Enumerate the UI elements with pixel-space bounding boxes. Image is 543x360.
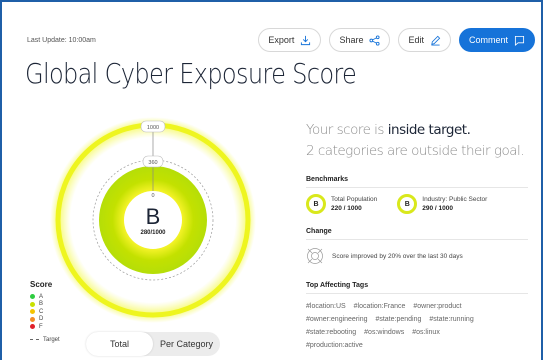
- last-update-text: Last Update: 10:00am: [27, 37, 96, 44]
- toolbar: Export Share Edit Comment: [258, 28, 535, 52]
- legend-item: F: [30, 323, 60, 331]
- legend-label: D: [39, 316, 44, 323]
- score-gauge: 1000 360 0 B 280/1000: [50, 117, 256, 323]
- legend-target: Target: [30, 337, 60, 343]
- tick-zero-label: 0: [151, 193, 154, 199]
- legend-label: A: [39, 293, 44, 300]
- benchmark-grade-badge: B: [306, 194, 326, 214]
- grade-dot: [30, 309, 35, 315]
- tag-list: #location:US #location:France #owner:pro…: [306, 300, 528, 352]
- benchmark-grade-badge: B: [397, 194, 418, 214]
- benchmark-value: 290 / 1000: [422, 205, 453, 212]
- grade-dot: [30, 301, 35, 307]
- tag[interactable]: #location:France: [354, 303, 406, 310]
- download-icon: [301, 35, 311, 45]
- benchmark-label: Industry: Public Sector: [422, 196, 488, 203]
- pencil-icon: [431, 35, 441, 45]
- share-icon: [369, 34, 381, 46]
- total-tab[interactable]: Total: [86, 332, 153, 356]
- export-label: Export: [268, 35, 295, 45]
- tag[interactable]: #state:rebooting: [306, 329, 356, 336]
- tag[interactable]: #os:linux: [412, 329, 440, 336]
- legend-label: B: [39, 301, 44, 308]
- legend-target-label: Target: [43, 336, 60, 343]
- tags-section: Top Affecting Tags #location:US #locatio…: [306, 282, 528, 352]
- grade-dot: [30, 294, 35, 300]
- score-value: 280/1000: [140, 230, 166, 236]
- edit-label: Edit: [408, 35, 424, 45]
- benchmark-item: B Industry: Public Sector 290 / 1000: [397, 194, 487, 214]
- summary-prefix: Your score is: [306, 122, 388, 138]
- tag[interactable]: #state:pending: [375, 316, 421, 323]
- legend-title: Score: [30, 280, 53, 289]
- comment-icon: [514, 35, 525, 46]
- comment-label: Comment: [468, 35, 508, 45]
- tag[interactable]: #location:US: [306, 303, 346, 310]
- edit-button[interactable]: Edit: [398, 28, 451, 52]
- grade-letter: B: [146, 204, 161, 229]
- export-button[interactable]: Export: [258, 28, 322, 52]
- summary-line-1: Your score is inside target.: [306, 120, 524, 141]
- benchmarks-section: Benchmarks B Total Population 220 / 1000…: [306, 176, 528, 214]
- benchmarks-title: Benchmarks: [306, 176, 528, 188]
- change-row: Score improved by 20% over the last 30 d…: [306, 247, 528, 265]
- benchmark-value: 220 / 1000: [331, 205, 362, 212]
- tag[interactable]: #state:running: [429, 316, 473, 323]
- benchmark-item: B Total Population 220 / 1000: [306, 194, 377, 214]
- tags-title: Top Affecting Tags: [306, 282, 528, 294]
- change-title: Change: [306, 228, 528, 240]
- legend-item: D: [30, 316, 60, 324]
- tag[interactable]: #production:active: [306, 342, 363, 349]
- benchmark-text: Industry: Public Sector 290 / 1000: [422, 195, 487, 213]
- legend-label: C: [39, 308, 44, 315]
- share-button[interactable]: Share: [329, 28, 391, 52]
- score-summary: Your score is inside target. 2 categorie…: [306, 120, 525, 162]
- summary-emphasis: inside target.: [387, 122, 471, 138]
- tick-target-label: 360: [148, 160, 157, 166]
- grade-dot: [30, 324, 35, 330]
- comment-button[interactable]: Comment: [458, 28, 535, 52]
- per-category-tab[interactable]: Per Category: [153, 332, 220, 356]
- tag[interactable]: #owner:engineering: [306, 316, 368, 323]
- dashed-line-icon: [30, 339, 39, 340]
- benchmark-label: Total Population: [331, 196, 378, 203]
- page-title: Global Cyber Exposure Score: [25, 57, 357, 90]
- change-trend-icon: [307, 248, 323, 264]
- tag[interactable]: #os:windows: [364, 329, 404, 336]
- legend-item: A: [30, 293, 60, 301]
- summary-line-2: 2 categories are outside their goal.: [306, 143, 525, 159]
- benchmark-list: B Total Population 220 / 1000 B Industry…: [306, 194, 528, 214]
- score-legend: Score A B C D F Target: [30, 280, 60, 343]
- tag[interactable]: #owner:product: [413, 303, 461, 310]
- benchmark-text: Total Population 220 / 1000: [331, 195, 377, 213]
- change-text: Score improved by 20% over the last 30 d…: [332, 252, 463, 260]
- grade-dot: [30, 316, 35, 322]
- legend-item: B: [30, 301, 60, 309]
- share-label: Share: [339, 35, 364, 45]
- change-section: Change Score improved by 20% over the la…: [306, 228, 528, 265]
- tick-max-label: 1000: [147, 125, 159, 131]
- legend-label: F: [39, 323, 43, 330]
- legend-item: C: [30, 308, 60, 316]
- view-toggle: Total Per Category: [86, 332, 220, 356]
